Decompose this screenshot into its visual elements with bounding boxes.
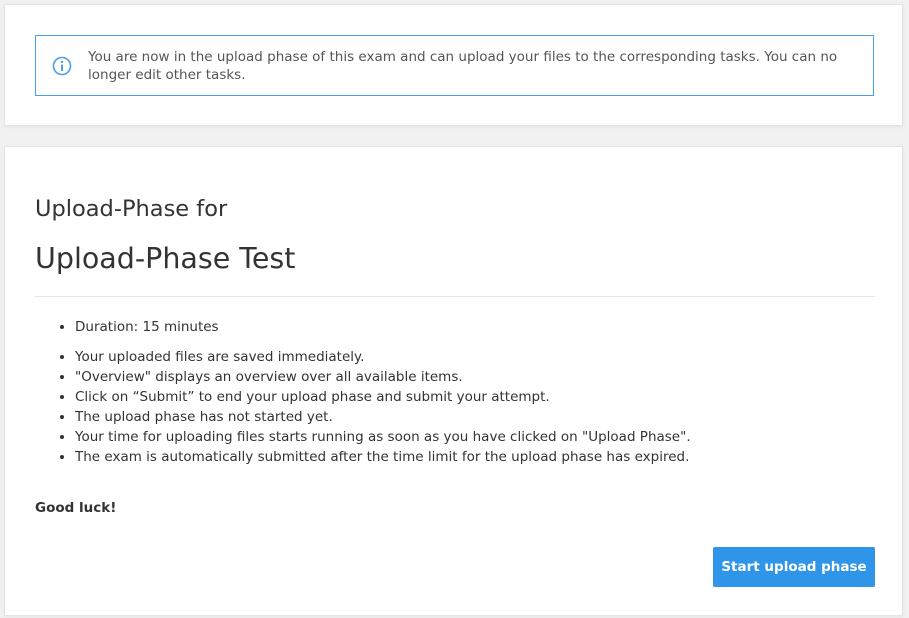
page-title: Upload-Phase Test [35, 242, 296, 275]
info-card: You are now in the upload phase of this … [4, 4, 903, 126]
rules-list: Your uploaded files are saved immediatel… [35, 347, 691, 467]
page-subtitle: Upload-Phase for [35, 196, 228, 222]
info-icon [52, 56, 72, 76]
divider [35, 296, 875, 297]
duration-list: Duration: 15 minutes [35, 317, 219, 337]
list-item: The upload phase has not started yet. [75, 407, 691, 427]
list-item: Your uploaded files are saved immediatel… [75, 347, 691, 367]
list-item: "Overview" displays an overview over all… [75, 367, 691, 387]
info-alert: You are now in the upload phase of this … [35, 35, 874, 96]
good-luck-text: Good luck! [35, 500, 117, 516]
info-alert-text: You are now in the upload phase of this … [88, 49, 838, 83]
list-item: Your time for uploading files starts run… [75, 427, 691, 447]
start-upload-phase-button[interactable]: Start upload phase [713, 547, 875, 587]
exam-card: Upload-Phase for Upload-Phase Test Durat… [4, 146, 903, 616]
list-item: Click on “Submit” to end your upload pha… [75, 387, 691, 407]
list-item: Duration: 15 minutes [75, 317, 219, 337]
list-item: The exam is automatically submitted afte… [75, 447, 691, 467]
